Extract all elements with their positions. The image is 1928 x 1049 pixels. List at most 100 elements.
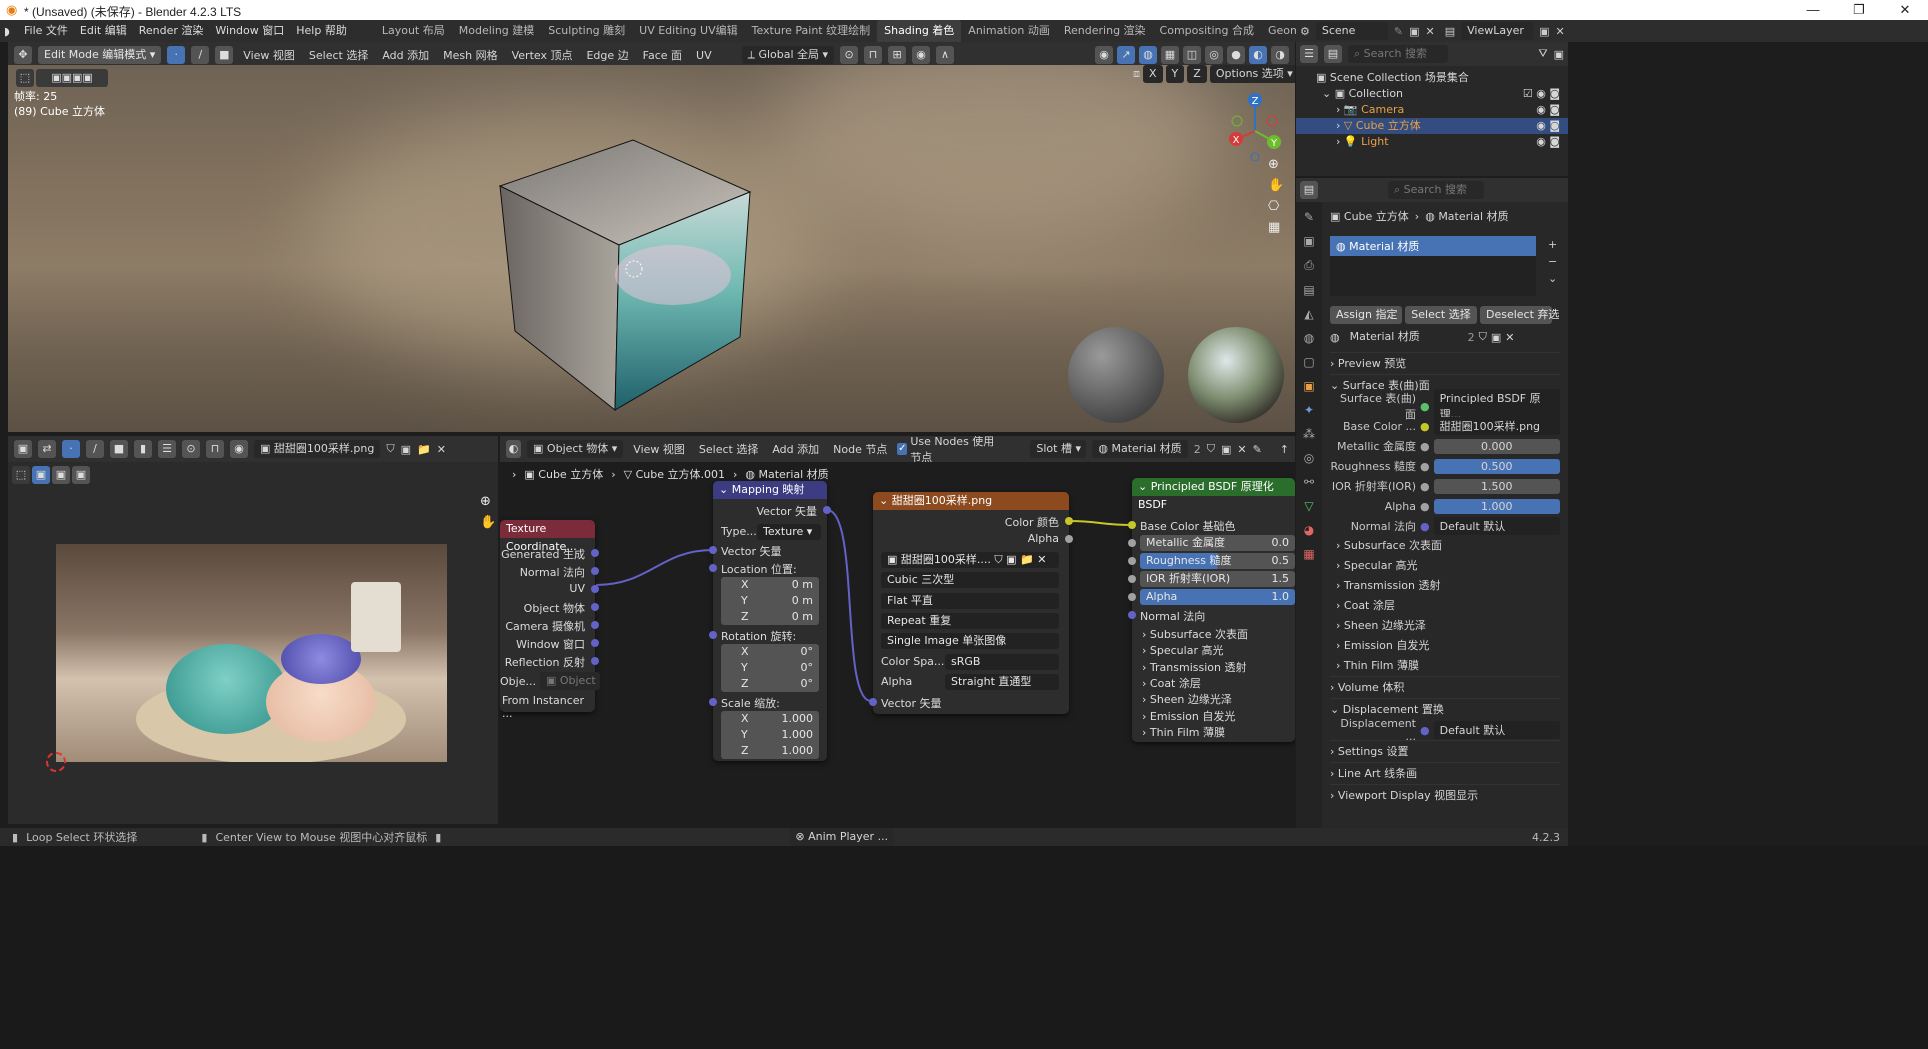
new-scene-icon[interactable]: ▣ <box>1409 25 1419 38</box>
snap-icon[interactable]: ⊓ <box>864 46 883 64</box>
bsdf-subpanel[interactable]: › Thin Film 薄膜 <box>1142 724 1225 740</box>
fake-user-toggle-icon[interactable]: ⛉ <box>1479 330 1487 344</box>
workspace-tab[interactable]: Sculpting 雕刻 <box>541 20 632 42</box>
scene-tab-icon[interactable]: ◭ <box>1304 307 1313 321</box>
mapping-rot-field[interactable]: X 0° <box>721 644 819 660</box>
gizmo-icon[interactable]: ↗ <box>1117 46 1135 64</box>
outliner-item[interactable]: › ▽ Cube 立方体 ◉ ◙ <box>1296 118 1568 134</box>
node-menu-add[interactable]: Add 添加 <box>768 441 823 457</box>
node-editor[interactable]: › ▣ Cube 立方体 › ▽ Cube 立方体.001 › ◍ Materi… <box>500 462 1295 824</box>
mapping-vector-out-socket[interactable] <box>823 506 831 514</box>
properties-search[interactable]: ⌕ Search 搜索 <box>1388 181 1484 199</box>
image-datablock-field[interactable]: ▣ 甜甜圈100采样.... ⛉ ▣ 📁 ✕ <box>881 552 1059 568</box>
remove-slot-button[interactable]: − <box>1548 255 1557 268</box>
particles-tab-icon[interactable]: ⁂ <box>1303 427 1315 441</box>
mapping-scl-field[interactable]: Y 1.000 <box>721 727 819 743</box>
workspace-tab[interactable]: Rendering 渲染 <box>1057 20 1153 42</box>
image-name-field[interactable]: ▣ 甜甜圈100采样.png <box>254 440 381 458</box>
axis-z-toggle[interactable]: Z <box>1187 65 1207 83</box>
add-slot-button[interactable]: + <box>1548 238 1557 251</box>
mapping-rot-field[interactable]: Z 0° <box>721 676 819 692</box>
mapping-scale-socket[interactable] <box>709 698 717 706</box>
rendered-shading-icon[interactable]: ◑ <box>1271 46 1289 64</box>
mapping-vector-in-socket[interactable] <box>709 546 717 554</box>
image-texture-node[interactable]: ⌄ 甜甜圈100采样.png Color 颜色 Alpha ▣ 甜甜圈100采样… <box>869 492 1073 714</box>
menu-file[interactable]: File 文件 <box>18 20 74 42</box>
use-nodes-checkbox[interactable]: ✓ Use Nodes 使用节点 <box>897 433 998 465</box>
output-tab-icon[interactable]: ⎙ <box>1304 258 1314 273</box>
bsdf-basecolor-socket[interactable] <box>1128 521 1136 529</box>
material-slot-list[interactable]: ◍ Material 材质 <box>1330 236 1536 296</box>
solid-shading-icon[interactable]: ● <box>1227 46 1245 64</box>
bsdf-roughness-field[interactable]: Roughness 糙度 0.5 <box>1140 553 1295 569</box>
menu-help[interactable]: Help 帮助 <box>290 20 353 42</box>
menu-mesh[interactable]: Mesh 网格 <box>439 47 501 63</box>
filter-icon[interactable]: ⛛ <box>1538 47 1547 61</box>
open-image-icon[interactable]: 📁 <box>417 443 431 456</box>
material-browse[interactable]: ◍ Material 材质 <box>1092 440 1188 458</box>
bsdf-metallic-field[interactable]: Metallic 金属度 0.0 <box>1140 535 1295 551</box>
uv-pivot-icon[interactable]: ⊙ <box>182 440 200 458</box>
image-vector-in-socket[interactable] <box>869 698 877 706</box>
principled-bsdf-node[interactable]: ⌄ Principled BSDF 原理化 BSDF Base Color 基础… <box>1128 478 1295 742</box>
bsdf-header[interactable]: ⌄ Principled BSDF 原理化 BSDF <box>1132 478 1295 511</box>
uv-proportional-icon[interactable]: ◉ <box>230 440 248 458</box>
anim-player-task[interactable]: ⊗ Anim Player ... <box>789 828 895 846</box>
properties-value-field[interactable]: Default 默认 <box>1433 721 1560 739</box>
workspace-tab[interactable]: Layout 布局 <box>375 20 452 42</box>
camera-view-icon[interactable]: ⎔ <box>1268 199 1284 214</box>
mesh-edit-overlay-icon[interactable]: ▦ <box>1161 46 1179 64</box>
menu-view[interactable]: View 视图 <box>239 47 299 63</box>
collection-row[interactable]: ⌄ ▣ Collection ☑ ◉ ◙ <box>1296 86 1568 102</box>
proportional-edit-icon[interactable]: ◉ <box>912 46 931 64</box>
object-tab-icon[interactable]: ▣ <box>1303 379 1314 393</box>
bsdf-normal-socket[interactable] <box>1128 611 1136 619</box>
visibility-icon[interactable]: ◉ <box>1095 46 1113 64</box>
texcoord-object-field[interactable]: ▣ Object <box>539 672 600 690</box>
surface-subpanel[interactable]: › Transmission 透射 <box>1330 576 1560 596</box>
xray-icon[interactable]: ◫ <box>1183 46 1201 64</box>
extension-dropdown[interactable]: Repeat 重复 <box>881 613 1059 629</box>
select-mode-bar[interactable]: ▣▣▣▣ <box>36 69 108 87</box>
node-editor-type-icon[interactable]: ◐ <box>506 440 522 458</box>
face-select-icon[interactable]: ■ <box>215 46 234 64</box>
menu-face[interactable]: Face 面 <box>639 47 686 63</box>
image-texture-header[interactable]: ⌄ 甜甜圈100采样.png <box>873 492 1069 510</box>
fake-user-icon[interactable]: ⛉ <box>386 442 394 456</box>
new-image-icon[interactable]: ▣ <box>401 443 411 456</box>
shader-type-dropdown[interactable]: ▣ Object 物体 ▾ <box>527 440 624 458</box>
bsdf-subpanel[interactable]: › Subsurface 次表面 <box>1142 626 1248 642</box>
bsdf-subpanel[interactable]: › Sheen 边缘光泽 <box>1142 691 1232 707</box>
bsdf-subpanel[interactable]: › Specular 高光 <box>1142 642 1223 658</box>
image-zoom-icon[interactable]: ⊕ <box>480 494 496 509</box>
image-color-socket[interactable] <box>1065 517 1073 525</box>
image-alpha-socket[interactable] <box>1065 535 1073 543</box>
orientation-dropdown[interactable]: ⟂ Global 全局 ▾ <box>741 46 835 64</box>
edge-select-icon[interactable]: / <box>191 46 210 64</box>
texcoord-output-socket[interactable] <box>591 621 599 629</box>
delete-viewlayer-icon[interactable]: ✕ <box>1556 25 1565 38</box>
surface-subpanel[interactable]: › Sheen 边缘光泽 <box>1330 616 1560 636</box>
texcoord-output-socket[interactable] <box>591 639 599 647</box>
workspace-tab[interactable]: Texture Paint 纹理绘制 <box>745 20 877 42</box>
constraints-tab-icon[interactable]: ⚯ <box>1304 475 1314 489</box>
pin-icon[interactable]: ✎ <box>1394 25 1403 38</box>
collection-tab-icon[interactable]: ▢ <box>1303 355 1314 369</box>
overlay-icon[interactable]: ◍ <box>1139 46 1157 64</box>
new-collection-icon[interactable]: ▣ <box>1554 48 1564 61</box>
workspace-tab[interactable]: Modeling 建模 <box>452 20 542 42</box>
navigation-gizmo[interactable]: Z X Y <box>1220 91 1290 161</box>
workspace-tab[interactable]: Animation 动画 <box>961 20 1057 42</box>
menu-render[interactable]: Render 渲染 <box>133 20 210 42</box>
view-layer-tab-icon[interactable]: ▤ <box>1303 283 1314 297</box>
assign-button[interactable]: Assign 指定 <box>1330 306 1402 324</box>
blender-menu-icon[interactable]: ◗ <box>4 25 18 38</box>
image-editor[interactable]: ⬚ ▣ ▣ ▣ ⊕ ✋ <box>8 462 498 824</box>
uv-snap-icon[interactable]: ⊓ <box>206 440 224 458</box>
material-name-field[interactable]: Material 材质 <box>1343 328 1464 346</box>
mapping-rot-field[interactable]: Y 0° <box>721 660 819 676</box>
texcoord-header[interactable]: Texture Coordinate... <box>500 520 595 553</box>
mode-dropdown[interactable]: Edit Mode 编辑模式 ▾ <box>38 46 162 64</box>
slot-menu-button[interactable]: ⌄ <box>1548 272 1557 285</box>
workspace-tab[interactable]: Shading 着色 <box>877 20 962 42</box>
